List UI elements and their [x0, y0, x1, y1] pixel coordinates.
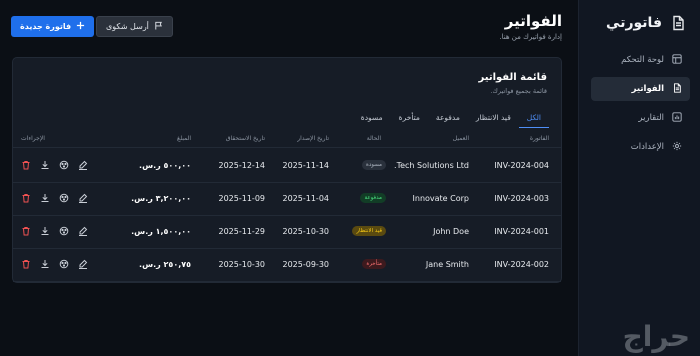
tab-draft[interactable]: مسودة — [353, 110, 391, 128]
gear-icon — [672, 141, 682, 154]
palette-icon[interactable] — [59, 259, 69, 269]
issue-date: 2025-11-14 — [282, 161, 330, 170]
invoice-number[interactable]: INV-2024-003 — [494, 194, 549, 203]
send-feedback-button[interactable]: أرسل شكوى — [96, 16, 173, 37]
tab-paid[interactable]: مدفوعة — [428, 110, 468, 128]
sidebar: فاتورتي لوحة التحكم الفواتير التقارير ال… — [578, 0, 700, 356]
palette-icon[interactable] — [59, 226, 69, 236]
client-name: John Doe — [433, 227, 469, 236]
file-icon — [672, 82, 682, 96]
edit-icon[interactable] — [78, 160, 88, 170]
delete-icon[interactable] — [21, 193, 31, 203]
amount: ٥٠٠,٠٠ ر.س. — [139, 161, 191, 170]
new-invoice-label: فاتورة جديدة — [20, 22, 72, 31]
page-subtitle: إدارة فواتيرك من هنا. — [499, 33, 562, 41]
header-issue-date: تاريخ الإصدار — [297, 135, 329, 142]
due-date: 2025-12-14 — [218, 161, 266, 170]
tab-all[interactable]: الكل — [518, 110, 549, 128]
row-actions — [21, 259, 88, 269]
layout-icon — [672, 53, 682, 67]
amount: ٣,٢٠٠,٠٠ ر.س. — [131, 194, 191, 203]
client-name: Jane Smith — [425, 260, 469, 269]
client-name: Innovate Corp — [412, 194, 469, 203]
header-amount: المبلغ — [177, 135, 191, 142]
brand[interactable]: فاتورتي — [579, 0, 700, 36]
edit-icon[interactable] — [78, 259, 88, 269]
header-due-date: تاريخ الاستحقاق — [225, 135, 265, 142]
flag-icon — [154, 21, 163, 32]
invoice-number[interactable]: INV-2024-001 — [494, 227, 549, 236]
sidebar-item-dashboard[interactable]: لوحة التحكم — [591, 48, 690, 72]
table-row[interactable]: INV-2024-002 Jane Smith متأخرة 2025-09-30 20… — [13, 249, 561, 282]
sidebar-item-label: التقارير — [638, 113, 664, 123]
page-title: الفواتير — [504, 12, 562, 30]
palette-icon[interactable] — [59, 160, 69, 170]
card-title: قائمة الفواتير — [478, 72, 547, 83]
send-feedback-label: أرسل شكوى — [106, 22, 149, 31]
sidebar-item-label: لوحة التحكم — [621, 55, 664, 65]
table-row[interactable]: INV-2024-001 John Doe قيد الانتظار 2025-10-… — [13, 216, 561, 249]
sidebar-item-settings[interactable]: الإعدادات — [591, 135, 690, 159]
download-icon[interactable] — [40, 259, 50, 269]
table-header: الفاتورة العميل الحالة تاريخ الإصدار تار… — [13, 132, 561, 148]
watermark-logo: حراج — [622, 320, 690, 353]
sidebar-item-invoices[interactable]: الفواتير — [591, 77, 690, 101]
plus-icon — [76, 21, 85, 32]
header-actions: الإجراءات — [21, 135, 45, 142]
sidebar-nav: لوحة التحكم الفواتير التقارير الإعدادات — [579, 48, 700, 159]
card-subtitle: قائمة بجميع فواتيرك. — [490, 87, 547, 95]
table-row[interactable]: INV-2024-004 Tech Solutions Ltd. مسودة 2025… — [13, 150, 561, 183]
row-actions — [21, 160, 88, 170]
file-icon — [670, 15, 686, 31]
download-icon[interactable] — [40, 193, 50, 203]
chart-icon — [672, 111, 682, 125]
issue-date: 2025-10-30 — [282, 227, 330, 236]
edit-icon[interactable] — [78, 193, 88, 203]
download-icon[interactable] — [40, 160, 50, 170]
header-invoice: الفاتورة — [529, 135, 549, 142]
delete-icon[interactable] — [21, 226, 31, 236]
app-name: فاتورتي — [606, 15, 662, 31]
sidebar-item-label: الفواتير — [631, 84, 664, 94]
invoice-number[interactable]: INV-2024-004 — [494, 161, 549, 170]
status-badge: قيد الانتظار — [352, 226, 386, 236]
due-date: 2025-10-30 — [218, 260, 266, 269]
status-badge: مسودة — [361, 160, 386, 170]
status-badge: مدفوعة — [360, 193, 386, 203]
issue-date: 2025-09-30 — [282, 260, 330, 269]
table-row[interactable]: INV-2024-003 Innovate Corp مدفوعة 2025-11-0… — [13, 183, 561, 216]
tab-pending[interactable]: قيد الانتظار — [468, 110, 519, 128]
client-name: Tech Solutions Ltd. — [394, 161, 469, 170]
delete-icon[interactable] — [21, 160, 31, 170]
edit-icon[interactable] — [78, 226, 88, 236]
status-badge: متأخرة — [362, 259, 386, 269]
sidebar-item-label: الإعدادات — [630, 142, 664, 152]
main-content: الفواتير إدارة فواتيرك من هنا. أرسل شكوى… — [0, 0, 578, 356]
palette-icon[interactable] — [59, 193, 69, 203]
due-date: 2025-11-29 — [218, 227, 266, 236]
tab-overdue[interactable]: متأخرة — [391, 110, 428, 128]
issue-date: 2025-11-04 — [282, 194, 330, 203]
download-icon[interactable] — [40, 226, 50, 236]
new-invoice-button[interactable]: فاتورة جديدة — [11, 16, 95, 37]
amount: ١,٥٠٠,٠٠ ر.س. — [131, 227, 191, 236]
sidebar-item-reports[interactable]: التقارير — [591, 106, 690, 130]
amount: ٢٥٠,٧٥ ر.س. — [139, 260, 191, 269]
row-actions — [21, 193, 88, 203]
due-date: 2025-11-09 — [218, 194, 266, 203]
status-tabs: الكل قيد الانتظار مدفوعة متأخرة مسودة — [353, 110, 549, 128]
row-actions — [21, 226, 88, 236]
delete-icon[interactable] — [21, 259, 31, 269]
invoice-number[interactable]: INV-2024-002 — [494, 260, 549, 269]
header-client: العميل — [452, 135, 469, 142]
header-status: الحالة — [366, 135, 381, 142]
invoices-card: قائمة الفواتير قائمة بجميع فواتيرك. الكل… — [12, 57, 562, 283]
